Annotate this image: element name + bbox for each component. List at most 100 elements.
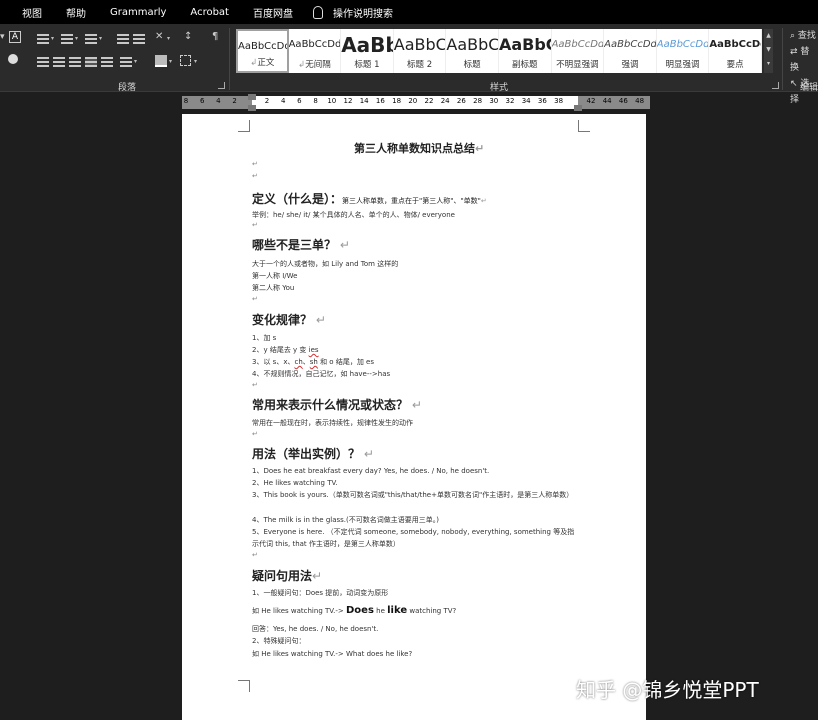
character-border-icon[interactable] — [8, 54, 18, 64]
scroll-down-icon[interactable]: ▼ — [764, 43, 773, 57]
doc-line: 举例：he/ she/ it/ 某个具体的人名、单个的人、物体/ everyon… — [252, 211, 455, 219]
style-preview: AaBbC — [498, 35, 551, 54]
style-name: 无间隔 — [305, 60, 331, 70]
first-line-indent-marker[interactable] — [248, 94, 256, 100]
menu-help[interactable]: 帮助 — [66, 5, 86, 20]
hanging-indent-marker[interactable] — [248, 105, 256, 111]
doc-line: 常用在一般现在时，表示持续性，规律性发生的动作 — [252, 419, 413, 427]
watermark: 知乎 @锦乡悦堂PPT — [576, 678, 759, 702]
group-divider — [782, 28, 783, 90]
ruler-tick-label: 4 — [216, 97, 221, 105]
multilevel-dropdown-icon[interactable]: ▾ — [99, 35, 102, 42]
multilevel-list-icon[interactable] — [85, 34, 97, 44]
document-page[interactable]: 第三人称单数知识点总结↵ ↵ ↵ 定义（什么是）：第三人称单数，重点在于"第三人… — [182, 114, 646, 720]
style-intense-emphasis[interactable]: AaBbCcDd 明显强调 — [657, 29, 710, 73]
font-dropdown-arrow-icon[interactable]: ▾ — [0, 32, 5, 42]
ruler-tick-label: 24 — [440, 97, 450, 105]
style-emphasis[interactable]: AaBbCcDd 强调 — [604, 29, 657, 73]
ruler-tick-label: 14 — [359, 97, 369, 105]
paragraph-mark: ↵ — [252, 172, 258, 180]
more-styles-icon[interactable]: ▾ — [764, 57, 773, 71]
style-preview: AaBbCcDd — [288, 39, 341, 50]
line-spacing-icon[interactable] — [120, 57, 132, 67]
scroll-up-icon[interactable]: ▲ — [764, 29, 773, 43]
style-subtitle[interactable]: AaBbC 副标题 — [499, 29, 552, 73]
style-name: 不明显强调 — [556, 60, 599, 70]
increase-indent-icon[interactable] — [133, 34, 145, 44]
style-name: 标题 — [463, 60, 481, 70]
style-no-spacing[interactable]: AaBbCcDd ↲无间隔 — [289, 29, 342, 73]
find-button[interactable]: ⌕ 查找 — [790, 28, 818, 44]
line-spacing-dropdown-icon[interactable]: ▾ — [134, 58, 137, 65]
right-indent-marker[interactable] — [574, 105, 582, 111]
style-title[interactable]: AaBbC 标题 — [446, 29, 499, 73]
section-heading-usage-state: 常用来表示什么情况或状态？ ↵ — [252, 398, 422, 412]
distributed-icon[interactable] — [101, 57, 113, 67]
chinese-layout-dropdown-icon[interactable]: ▾ — [167, 35, 170, 42]
menu-acrobat[interactable]: Acrobat — [190, 7, 229, 18]
align-center-icon[interactable] — [53, 57, 65, 67]
margin-corner-mark — [238, 680, 250, 692]
styles-launcher-icon[interactable] — [772, 82, 779, 89]
doc-line: 2、特殊疑问句： — [252, 637, 306, 645]
style-preview: AaBbCcDd — [709, 39, 761, 50]
replace-button[interactable]: ⇄ 替换 — [790, 44, 818, 76]
style-subtle-emphasis[interactable]: AaBbCcDd 不明显强调 — [552, 29, 605, 73]
decrease-indent-icon[interactable] — [117, 34, 129, 44]
doc-line: 大于一个的人或者物，如 Lily and Tom 这样的 — [252, 260, 399, 268]
ruler-tick-label: 8 — [313, 97, 318, 105]
section-heading-questions: 疑问句用法↵ — [252, 569, 323, 583]
show-marks-icon[interactable]: ¶ — [212, 31, 218, 42]
style-strong[interactable]: AaBbCcDd 要点 — [709, 29, 762, 73]
style-heading-1[interactable]: AaBb 标题 1 — [341, 29, 394, 73]
doc-line: 1、一般疑问句：Does 提前，动词变为原形 — [252, 589, 389, 597]
doc-line: 4、不规则情况，自己记忆，如 have-->has — [252, 370, 391, 378]
style-preview: AaBb — [341, 33, 393, 57]
search-icon: ⌕ — [790, 31, 796, 41]
section-heading-not-third-person: 哪些不是三单？ ↵ — [252, 238, 350, 252]
style-name: 正文 — [257, 58, 275, 68]
ruler-tick-label: 36 — [537, 97, 547, 105]
borders-dropdown-icon[interactable]: ▾ — [194, 58, 197, 65]
shading-dropdown-icon[interactable]: ▾ — [169, 58, 172, 65]
menu-baidu-netdisk[interactable]: 百度网盘 — [253, 5, 293, 20]
styles-gallery: AaBbCcDd ↲正文 AaBbCcDd ↲无间隔 AaBb 标题 1 AaB… — [236, 29, 762, 73]
bullets-dropdown-icon[interactable]: ▾ — [51, 35, 54, 42]
text-effects-icon[interactable]: A — [9, 31, 21, 43]
style-name: 明显强调 — [665, 60, 700, 70]
ruler-tick-label: 34 — [521, 97, 531, 105]
ruler-tick-label: 6 — [199, 97, 205, 105]
tell-me-search[interactable]: 操作说明搜索 — [333, 5, 393, 20]
ruler-tick-label: 46 — [618, 97, 628, 105]
doc-paragraph: 3、This book is yours.（单数可数名词或"this/that/… — [252, 491, 574, 499]
doc-line: 第一人称 I/We — [252, 272, 298, 280]
sort-icon[interactable]: ↕ — [184, 31, 192, 42]
borders-icon[interactable] — [180, 55, 191, 66]
menu-view[interactable]: 视图 — [22, 5, 42, 20]
doc-line: 1、加 s — [252, 334, 277, 342]
numbering-icon[interactable] — [61, 34, 73, 44]
paragraph-mark: ↵ — [252, 430, 258, 438]
style-heading-2[interactable]: AaBbC 标题 2 — [394, 29, 447, 73]
style-preview: AaBbCcDd — [551, 39, 604, 50]
style-preview: AaBbC — [393, 35, 446, 54]
bullets-icon[interactable] — [37, 34, 49, 44]
menu-grammarly[interactable]: Grammarly — [110, 7, 166, 18]
ruler-tick-label: 22 — [424, 97, 434, 105]
ruler-tick-label: 44 — [602, 97, 612, 105]
align-left-icon[interactable] — [37, 57, 49, 67]
chinese-layout-icon[interactable]: ✕ — [155, 31, 163, 42]
ruler-tick-label: 42 — [586, 97, 596, 105]
style-preview: AaBbCcDd — [656, 39, 709, 50]
ruler-tick-label: 18 — [392, 97, 402, 105]
align-right-icon[interactable] — [69, 57, 81, 67]
numbering-dropdown-icon[interactable]: ▾ — [75, 35, 78, 42]
justify-icon[interactable] — [85, 57, 97, 67]
style-normal[interactable]: AaBbCcDd ↲正文 — [236, 29, 289, 73]
style-preview: AaBbCcDd — [604, 39, 656, 50]
shading-icon[interactable] — [155, 55, 167, 67]
paragraph-launcher-icon[interactable] — [218, 82, 225, 89]
horizontal-ruler[interactable]: 8 6 4 2 2 4 6 8 10 12 14 16 18 20 22 24 26 28 30 32 34 36 38 42… — [182, 94, 650, 111]
styles-scroll[interactable]: ▲ ▼ ▾ — [764, 29, 773, 73]
doc-line: 回答：Yes, he does. / No, he doesn't. — [252, 625, 379, 633]
